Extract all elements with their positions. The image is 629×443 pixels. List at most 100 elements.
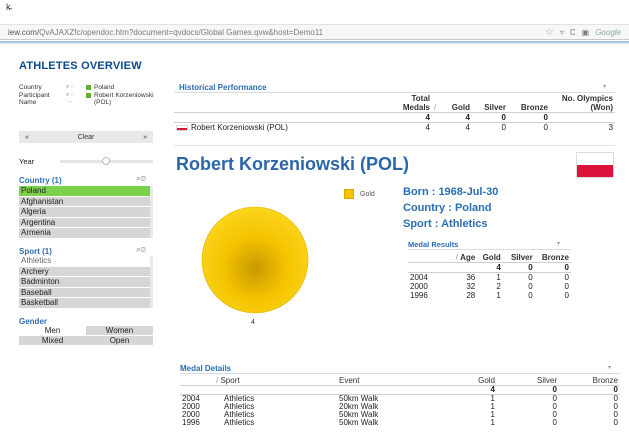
country-listbox-header: Country (1): [19, 176, 62, 185]
chevron-down-icon[interactable]: ▾: [603, 83, 606, 90]
search-icon[interactable]: ⌕ -: [66, 92, 73, 100]
country-listbox: Poland Afghanistan Algeria Argentina Arm…: [19, 186, 153, 239]
country-search-icon[interactable]: ⌕⌀: [136, 174, 146, 184]
poland-flag-icon: [176, 124, 188, 131]
total-cell: 0: [559, 385, 620, 395]
address-bar[interactable]: iew.com/QvAJAXZfc/opendoc.htm?document=q…: [0, 24, 629, 40]
table-row[interactable]: 1996 Athletics 50km Walk 1 0 0: [180, 419, 620, 427]
year-slider[interactable]: [60, 157, 153, 165]
sport-listbox-header: Sport (1): [19, 247, 52, 256]
totals-row: 4 0 0: [408, 262, 571, 273]
url-text[interactable]: iew.com/QvAJAXZfc/opendoc.htm?document=q…: [8, 28, 323, 37]
column-header-sport[interactable]: / Sport: [216, 376, 337, 386]
table-cell: 0: [528, 282, 533, 291]
table-row[interactable]: 1996 28 1 0 0: [408, 291, 571, 300]
search-icon[interactable]: ⌕ -: [66, 84, 73, 92]
selection-label-country: Country: [19, 84, 42, 91]
gender-option-men[interactable]: Men: [19, 326, 86, 336]
search-icon[interactable]: -: [66, 99, 73, 107]
table-row[interactable]: 2004 36 1 0 0: [408, 273, 571, 282]
athlete-name-cell: Robert Korzeniowski (POL): [191, 123, 288, 132]
mouse-cursor-icon: k̵: [6, 2, 11, 12]
year-cell: 2000: [410, 282, 428, 291]
sort-icon: /: [434, 103, 437, 112]
table-cell: 1: [496, 273, 501, 282]
column-header-total-medals[interactable]: Total Medals: [382, 94, 432, 113]
column-header-event[interactable]: Event: [337, 376, 435, 386]
medal-pie-chart: [201, 206, 309, 314]
total-cell: 0: [472, 112, 508, 123]
column-header-bronze[interactable]: Bronze: [508, 94, 550, 113]
column-header[interactable]: [408, 253, 431, 263]
table-cell: 1: [490, 418, 495, 427]
list-item[interactable]: Baseball: [19, 287, 153, 298]
gender-option-open[interactable]: Open: [86, 336, 153, 346]
dropdown-arrow-icon[interactable]: ▿: [560, 28, 564, 37]
total-cell: 0: [497, 385, 559, 395]
column-header-gold[interactable]: Gold: [477, 253, 503, 263]
list-item[interactable]: Badminton: [19, 277, 153, 288]
list-item[interactable]: Armenia: [19, 228, 153, 239]
list-item[interactable]: Poland: [19, 186, 153, 197]
column-header-gold[interactable]: / Gold: [432, 94, 472, 113]
gender-option-women[interactable]: Women: [86, 326, 153, 336]
reload-icon[interactable]: C: [570, 28, 576, 37]
list-item[interactable]: Afghanistan: [19, 196, 153, 207]
divider: [174, 92, 615, 93]
chart-legend: Gold: [344, 189, 375, 199]
table-cell: 0: [564, 273, 569, 282]
selection-value-text: Robert Korzeniowski (POL): [94, 91, 154, 107]
column-header-olympics[interactable]: No. Olympics (Won): [550, 94, 615, 113]
sport-listbox: Athletics Archery Badminton Baseball Bas…: [19, 256, 153, 309]
search-engine-icon[interactable]: ▣: [582, 28, 590, 37]
column-header-silver[interactable]: Silver: [497, 376, 559, 386]
column-header-silver[interactable]: Silver: [472, 94, 508, 113]
selection-value-country[interactable]: Poland: [86, 84, 156, 92]
total-cell: 4: [477, 262, 503, 273]
forward-button[interactable]: »: [143, 134, 147, 141]
chevron-down-icon[interactable]: ▾: [557, 240, 560, 247]
year-slider-handle[interactable]: [102, 157, 110, 165]
sport-search-icon[interactable]: ⌕⌀: [136, 245, 146, 255]
column-header-bronze[interactable]: Bronze: [535, 253, 571, 263]
pie-slice-gold[interactable]: [201, 206, 309, 314]
gender-header: Gender: [19, 317, 48, 326]
column-header-age[interactable]: / Age: [431, 253, 477, 263]
table-cell: 1: [490, 410, 495, 419]
table-cell: 0: [528, 291, 533, 300]
medal-results-table: / Age Gold Silver Bronze 4 0 0 2004 36 1…: [408, 253, 571, 300]
clear-button[interactable]: Clear: [78, 134, 95, 141]
gender-listbox: Men Women Mixed Open: [19, 326, 153, 346]
column-header-gold[interactable]: Gold: [435, 376, 497, 386]
divider: [180, 373, 620, 374]
gender-option-mixed[interactable]: Mixed: [19, 336, 86, 346]
chevron-down-icon[interactable]: ▾: [608, 364, 611, 371]
table-cell: 0: [501, 123, 506, 132]
table-cell: 32: [466, 282, 476, 291]
list-item[interactable]: Archery: [19, 266, 153, 277]
list-item[interactable]: Basketball: [19, 298, 153, 309]
event-cell: 50km Walk: [339, 418, 379, 427]
country-scrollbar[interactable]: [150, 186, 153, 238]
selected-dot-icon: [86, 85, 91, 90]
list-item[interactable]: Argentina: [19, 217, 153, 228]
born-text: Born : 1968-Jul-30: [403, 186, 499, 198]
table-row[interactable]: 2000 32 2 0 0: [408, 282, 571, 291]
selection-value-participant[interactable]: Robert Korzeniowski (POL): [86, 92, 156, 107]
column-header[interactable]: [174, 94, 382, 113]
legend-swatch-gold: [344, 189, 354, 199]
table-row[interactable]: Robert Korzeniowski (POL) 4 4 0 0 3: [174, 123, 615, 132]
column-header-bronze[interactable]: Bronze: [559, 376, 620, 386]
list-item[interactable]: Algeria: [19, 207, 153, 218]
url-host: iew.com/: [8, 28, 40, 37]
total-cell: [550, 112, 615, 123]
legend-label: Gold: [360, 190, 375, 198]
sport-scrollbar[interactable]: [150, 256, 153, 308]
list-item[interactable]: Athletics: [19, 256, 153, 267]
back-button[interactable]: «: [25, 134, 29, 141]
search-box[interactable]: Google: [595, 28, 621, 37]
bookmark-star-icon[interactable]: ☆: [545, 27, 554, 38]
table-cell: 0: [613, 410, 618, 419]
column-header-silver[interactable]: Silver: [503, 253, 535, 263]
year-cell: 1996: [410, 291, 428, 300]
